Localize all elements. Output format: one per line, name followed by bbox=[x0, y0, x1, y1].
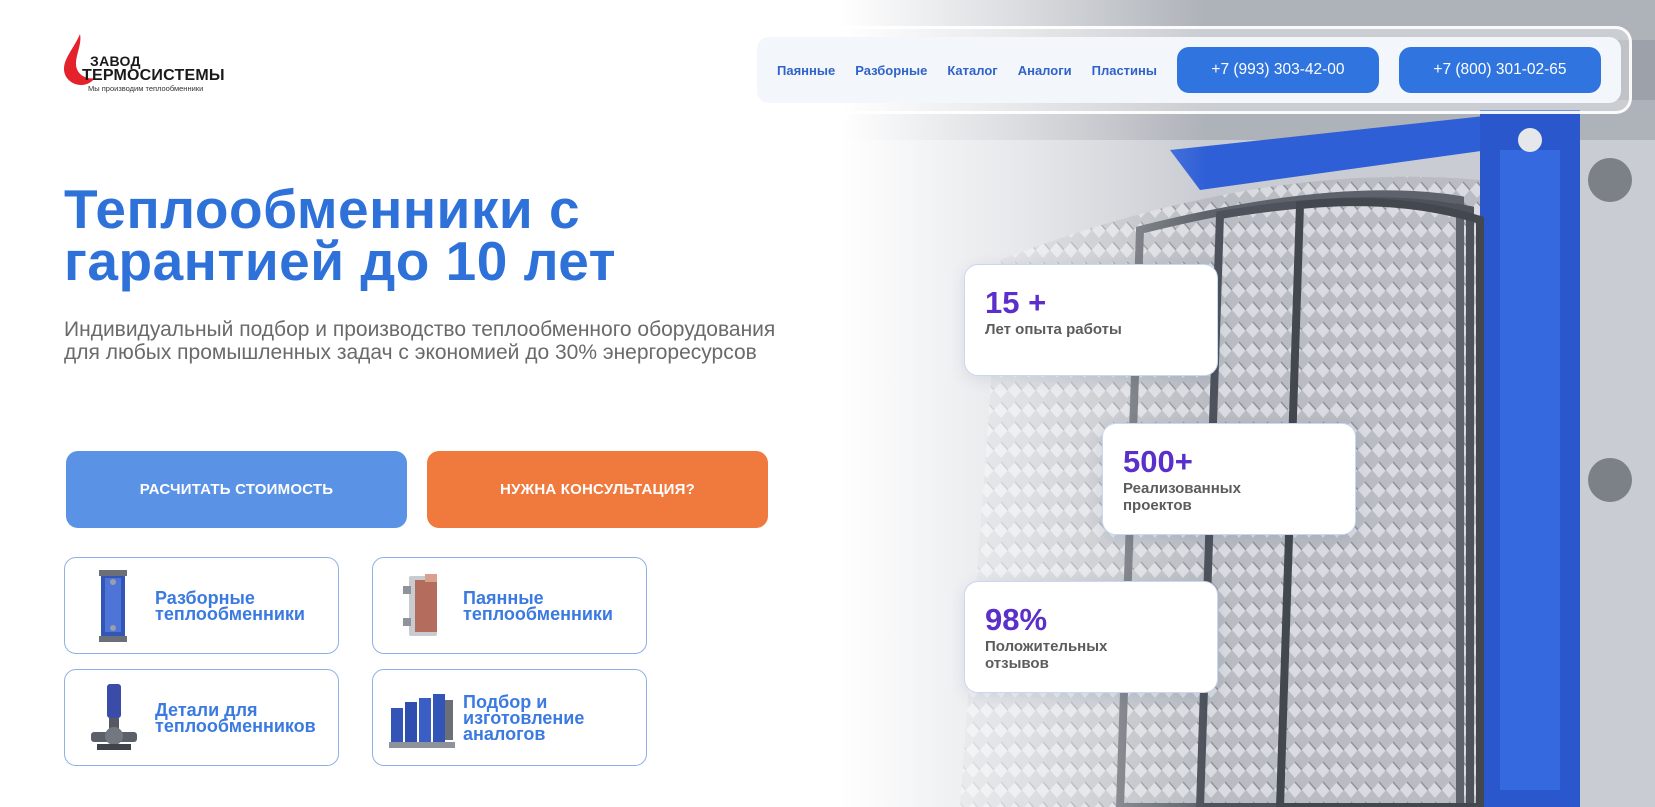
hero-title: Теплообменники с гарантией до 10 лет bbox=[64, 178, 617, 292]
nav-link-analogs[interactable]: Аналоги bbox=[1018, 63, 1072, 78]
calculate-cost-button[interactable]: РАСЧИТАТЬ СТОИМОСТЬ bbox=[66, 451, 407, 528]
nav-link-plates[interactable]: Пластины bbox=[1092, 63, 1157, 78]
brazed-heat-exchanger-icon bbox=[403, 573, 437, 636]
phone-button-2[interactable]: +7 (800) 301-02-65 bbox=[1398, 47, 1601, 93]
product-card-analogs[interactable]: Подбор и изготовление аналогов bbox=[372, 669, 647, 766]
header-nav-frame: Паянные Разборные Каталог Аналоги Пласти… bbox=[746, 26, 1632, 114]
product-card-brazed[interactable]: Паянные теплообменники bbox=[372, 557, 647, 654]
product-label: Подбор и изготовление аналогов bbox=[463, 691, 585, 744]
stat-value: 98% bbox=[985, 602, 1048, 637]
logo-text-line2: ТЕРМОСИСТЕМЫ bbox=[82, 67, 225, 84]
company-logo[interactable]: ЗАВОД ТЕРМОСИСТЕМЫ Мы производим теплооб… bbox=[62, 34, 232, 96]
main-nav: Паянные Разборные Каталог Аналоги Пласти… bbox=[757, 37, 1621, 103]
landing-page: ЗАВОД ТЕРМОСИСТЕМЫ Мы производим теплооб… bbox=[0, 0, 1655, 807]
nav-link-brazed[interactable]: Паянные bbox=[777, 63, 835, 78]
product-label: Детали для теплообменников bbox=[155, 699, 316, 736]
stat-label: Лет опыта работы bbox=[985, 321, 1122, 338]
nav-link-catalog[interactable]: Каталог bbox=[947, 63, 997, 78]
product-card-gasketed[interactable]: Разборные теплообменники bbox=[64, 557, 339, 654]
phone-button-1[interactable]: +7 (993) 303-42-00 bbox=[1176, 47, 1379, 93]
product-card-parts[interactable]: Детали для теплообменников bbox=[64, 669, 339, 766]
stat-card-reviews: 98% Положительных отзывов bbox=[964, 581, 1218, 693]
plate-heat-exchanger-icon bbox=[99, 569, 127, 642]
nav-link-gasketed[interactable]: Разборные bbox=[855, 63, 927, 78]
logo-tagline: Мы производим теплообменники bbox=[88, 84, 204, 93]
stat-card-projects: 500+ Реализованных проектов bbox=[1102, 423, 1356, 535]
product-label: Разборные теплообменники bbox=[155, 587, 305, 624]
stat-label: Реализованных проектов bbox=[1123, 480, 1241, 514]
logo-text-line1: ЗАВОД bbox=[90, 53, 141, 69]
stat-value: 500+ bbox=[1123, 444, 1193, 479]
stat-card-experience: 15 + Лет опыта работы bbox=[964, 264, 1218, 376]
stat-label: Положительных отзывов bbox=[985, 638, 1108, 672]
hero-subtitle: Индивидуальный подбор и производство теп… bbox=[64, 318, 776, 364]
product-label: Паянные теплообменники bbox=[463, 587, 613, 624]
hero-background-image bbox=[840, 0, 1655, 807]
plate-heat-exchanger-illustration bbox=[840, 0, 1655, 807]
stat-value: 15 + bbox=[985, 285, 1047, 320]
exchanger-group-icon bbox=[389, 693, 455, 748]
consultation-button[interactable]: НУЖНА КОНСУЛЬТАЦИЯ? bbox=[427, 451, 768, 528]
pump-icon bbox=[91, 683, 137, 750]
